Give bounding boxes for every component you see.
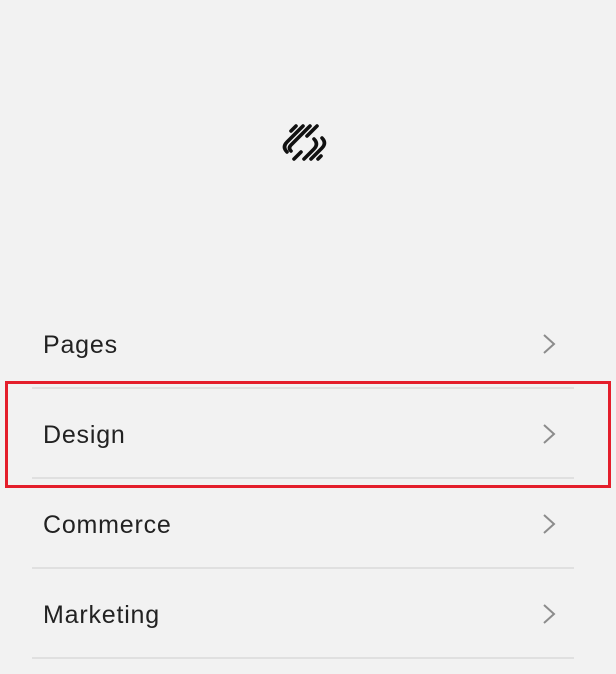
menu-item-label: Pages: [43, 331, 118, 359]
menu-item-design[interactable]: Design: [0, 389, 616, 479]
menu-item-label: Marketing: [43, 601, 160, 629]
chevron-right-icon: [543, 514, 556, 534]
main-menu: Pages Design Commerce Marketing: [0, 299, 616, 659]
menu-item-commerce[interactable]: Commerce: [0, 479, 616, 569]
chevron-right-icon: [543, 334, 556, 354]
menu-item-pages[interactable]: Pages: [0, 299, 616, 389]
divider: [32, 657, 574, 659]
chevron-right-icon: [543, 604, 556, 624]
menu-item-label: Commerce: [43, 511, 172, 539]
menu-item-marketing[interactable]: Marketing: [0, 569, 616, 659]
menu-item-label: Design: [43, 421, 126, 449]
squarespace-logo-icon[interactable]: [278, 122, 330, 164]
chevron-right-icon: [543, 424, 556, 444]
